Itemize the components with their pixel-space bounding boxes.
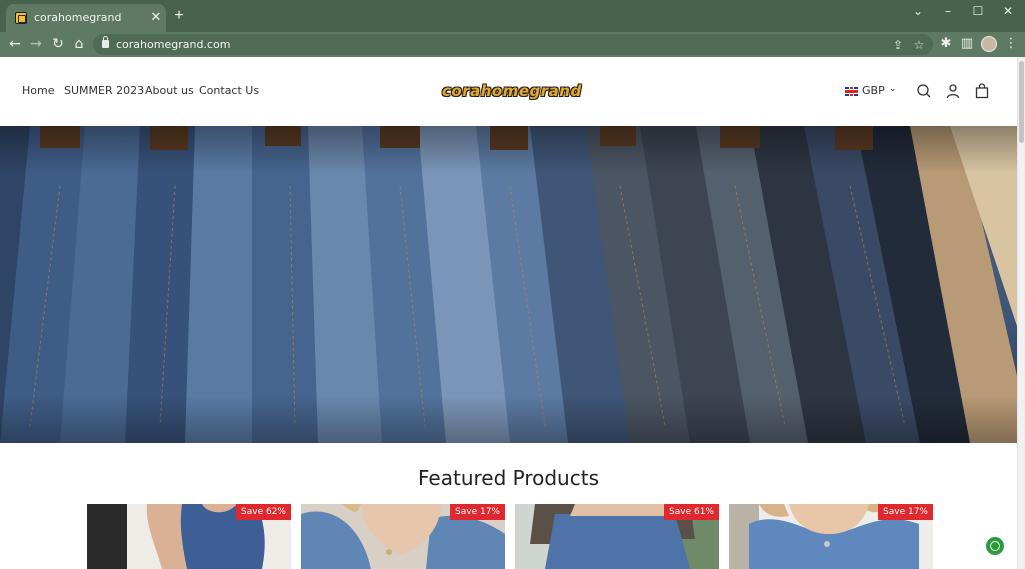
- forward-icon[interactable]: →: [27, 35, 45, 53]
- scrollbar-thumb[interactable]: [1019, 61, 1024, 143]
- nav-home[interactable]: Home: [22, 84, 54, 97]
- hero-banner-image[interactable]: [0, 126, 1017, 443]
- chat-widget-icon[interactable]: [986, 537, 1004, 555]
- url-text[interactable]: corahomegrand.com: [116, 38, 230, 51]
- nav-contact-us[interactable]: Contact Us: [199, 84, 259, 97]
- product-card[interactable]: Save 62%: [87, 504, 291, 569]
- lock-icon[interactable]: [102, 36, 109, 48]
- product-card[interactable]: Save 17%: [301, 504, 505, 569]
- product-card[interactable]: Save 17%: [729, 504, 933, 569]
- browser-tab[interactable]: corahomegrand ✕: [6, 4, 166, 32]
- side-panel-icon[interactable]: ▥: [959, 36, 975, 52]
- site-header: Home SUMMER 2023 About us Contact Us cor…: [0, 57, 1017, 126]
- home-icon[interactable]: ⌂: [70, 35, 88, 53]
- save-badge: Save 17%: [878, 504, 933, 520]
- browser-titlebar: corahomegrand ✕ + ⌄ – ☐ ✕: [0, 0, 1025, 32]
- web-page: Home SUMMER 2023 About us Contact Us cor…: [0, 57, 1025, 569]
- save-badge: Save 61%: [664, 504, 719, 520]
- browser-toolbar: ← → ↻ ⌂ corahomegrand.com ⇪ ☆ ✱ ▥ ⋮: [0, 32, 1025, 57]
- featured-products-heading: Featured Products: [418, 466, 599, 490]
- profile-avatar[interactable]: [981, 36, 997, 52]
- bookmark-star-icon[interactable]: ☆: [911, 37, 927, 53]
- account-icon[interactable]: [945, 83, 961, 99]
- back-icon[interactable]: ←: [6, 35, 24, 53]
- save-badge: Save 62%: [236, 504, 291, 520]
- maximize-button[interactable]: ☐: [965, 3, 991, 19]
- nav-about-us[interactable]: About us: [145, 84, 194, 97]
- close-window-button[interactable]: ✕: [995, 3, 1021, 19]
- chevron-down-icon[interactable]: ⌄: [889, 84, 897, 94]
- minimize-button[interactable]: –: [935, 3, 961, 19]
- nav-summer-2023[interactable]: SUMMER 2023: [64, 84, 144, 97]
- reload-icon[interactable]: ↻: [49, 35, 67, 53]
- new-tab-button[interactable]: +: [171, 7, 187, 25]
- extensions-icon[interactable]: ✱: [938, 36, 954, 52]
- tab-close-icon[interactable]: ✕: [149, 9, 163, 25]
- currency-selector[interactable]: GBP: [862, 84, 885, 97]
- site-logo[interactable]: corahomegrand: [442, 81, 581, 101]
- product-card[interactable]: Save 61%: [515, 504, 719, 569]
- tab-search-icon[interactable]: ⌄: [905, 3, 931, 19]
- tab-title: corahomegrand: [34, 11, 122, 24]
- browser-menu-icon[interactable]: ⋮: [1003, 36, 1019, 52]
- share-icon[interactable]: ⇪: [890, 37, 906, 53]
- cart-icon[interactable]: [974, 83, 990, 99]
- address-bar[interactable]: corahomegrand.com ⇪ ☆: [93, 34, 933, 55]
- page-scrollbar[interactable]: [1017, 57, 1025, 569]
- save-badge: Save 17%: [450, 504, 505, 520]
- search-icon[interactable]: [916, 83, 932, 99]
- denim-shorts-illustration: [0, 126, 1017, 443]
- uk-flag-icon[interactable]: [845, 87, 858, 96]
- favicon-icon: [15, 12, 27, 24]
